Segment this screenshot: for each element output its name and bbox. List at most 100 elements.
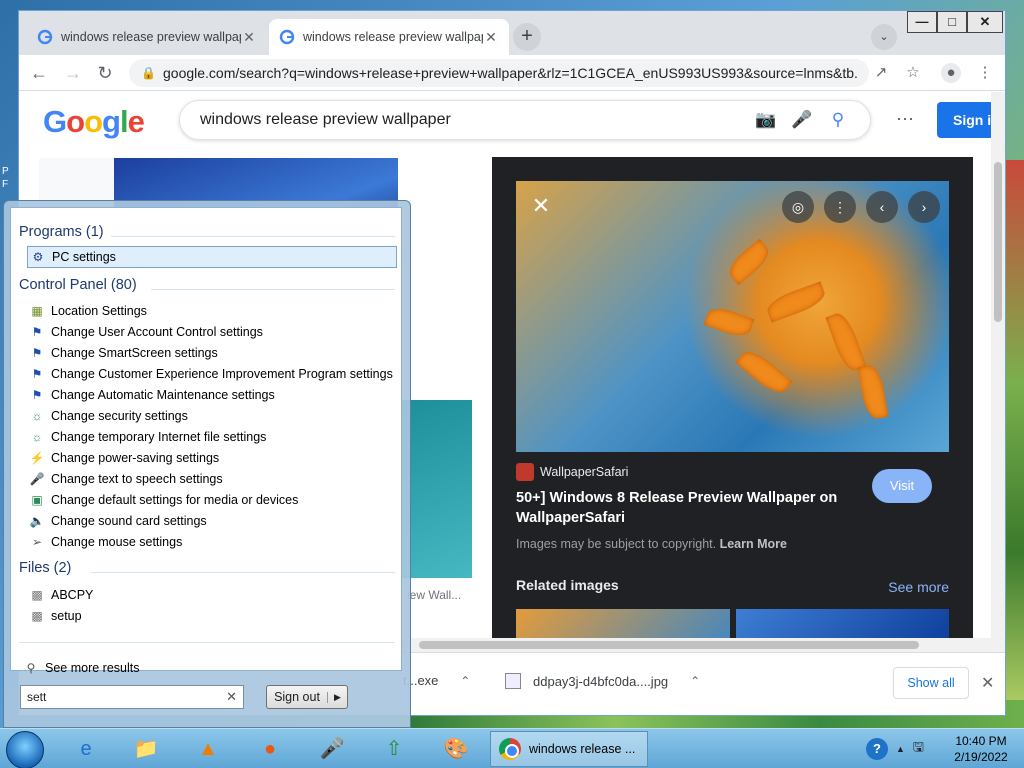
camera-icon[interactable]: 📷 <box>754 108 778 132</box>
result-power-settings[interactable]: ⚡ Change power-saving settings <box>27 448 397 468</box>
speaker-icon: 🔈 <box>29 514 45 528</box>
result-uac-settings[interactable]: ⚑ Change User Account Control settings <box>27 322 397 342</box>
share-icon[interactable]: ↗ <box>871 63 891 83</box>
mouse-icon: ➢ <box>31 535 43 549</box>
result-smartscreen-settings[interactable]: ⚑ Change SmartScreen settings <box>27 343 397 363</box>
result-media-settings[interactable]: ▣ Change default settings for media or de… <box>27 490 397 510</box>
file-explorer-icon[interactable]: 📁 <box>130 733 162 765</box>
result-file-setup[interactable]: ▩ setup <box>27 606 397 626</box>
search-query[interactable]: windows release preview wallpaper <box>200 111 742 129</box>
download-item[interactable]: t...exe ⌃ <box>403 673 470 688</box>
firefox-icon[interactable]: ● <box>254 733 286 765</box>
result-security-settings[interactable]: ☼ Change security settings <box>27 406 397 426</box>
search-results-pane: Programs (1) ⚙ PC settings Control Panel… <box>10 207 402 675</box>
previous-arrow-icon[interactable]: ‹ <box>866 191 898 223</box>
result-label: Change temporary Internet file settings <box>51 430 267 444</box>
maximize-button[interactable]: □ <box>937 11 967 33</box>
see-more-results-link[interactable]: ⚲ See more results <box>23 660 140 676</box>
bookmark-star-icon[interactable]: ☆ <box>903 63 923 83</box>
preview-image[interactable]: ✕ ◎ ⋮ ‹ › <box>516 181 949 452</box>
upload-app-icon[interactable]: ⇧ <box>378 733 410 765</box>
search-box[interactable]: windows release preview wallpaper 📷 🎤 ⚲ <box>179 100 871 140</box>
start-button[interactable] <box>6 731 44 768</box>
start-search-input[interactable]: sett ✕ <box>20 685 244 709</box>
chevron-up-icon[interactable]: ⌃ <box>690 674 700 688</box>
globe-icon: ☼ <box>31 409 43 423</box>
google-apps-icon[interactable]: ⋯ <box>893 108 917 132</box>
sign-in-button[interactable]: Sign i <box>937 102 991 138</box>
search-input-value[interactable]: sett <box>27 690 226 704</box>
files-header[interactable]: Files (2) <box>19 560 71 576</box>
tab-2[interactable]: windows release preview wallpap ✕ <box>269 19 509 55</box>
tab-1[interactable]: windows release preview wallpap ✕ <box>27 19 267 55</box>
result-file-abcpy[interactable]: ▩ ABCPY <box>27 585 397 605</box>
vlc-icon[interactable]: ▲ <box>192 733 224 765</box>
image-result-caption[interactable]: iew Wall... <box>407 588 461 602</box>
reload-icon[interactable]: ↻ <box>93 61 117 85</box>
lens-icon[interactable]: ◎ <box>782 191 814 223</box>
power-icon: ⚡ <box>29 451 45 465</box>
close-window-button[interactable]: ✕ <box>967 11 1003 33</box>
help-icon[interactable]: ? <box>866 738 888 760</box>
control-panel-header[interactable]: Control Panel (80) <box>19 277 137 293</box>
taskbar-chrome-task[interactable]: windows release ... <box>490 731 648 767</box>
flag-icon: ⚑ <box>31 346 43 360</box>
paint-icon[interactable]: 🎨 <box>440 733 472 765</box>
scrollbar-thumb[interactable] <box>419 641 919 649</box>
internet-explorer-icon[interactable]: e <box>70 733 102 765</box>
preview-title[interactable]: 50+] Windows 8 Release Preview Wallpaper… <box>516 488 856 528</box>
clock[interactable]: 10:40 PM 2/19/2022 <box>944 733 1018 765</box>
profile-avatar-icon[interactable]: ● <box>941 63 961 83</box>
result-speech-settings[interactable]: 🎤 Change text to speech settings <box>27 469 397 489</box>
logo-letter: G <box>43 104 67 139</box>
address-bar[interactable]: 🔒 google.com/search?q=windows+release+pr… <box>129 59 869 87</box>
result-ceip-settings[interactable]: ⚑ Change Customer Experience Improvement … <box>27 364 397 384</box>
close-icon[interactable]: ✕ <box>526 191 556 221</box>
tab-close-icon[interactable]: ✕ <box>483 29 499 46</box>
learn-more-link[interactable]: Learn More <box>720 537 787 551</box>
sign-out-button[interactable]: Sign out ▶ <box>266 685 348 709</box>
google-logo[interactable]: Google <box>43 104 145 140</box>
result-mouse-settings[interactable]: ➢ Change mouse settings <box>27 532 397 552</box>
visit-button[interactable]: Visit <box>872 469 932 503</box>
forward-arrow-icon[interactable]: → <box>61 61 85 85</box>
result-maintenance-settings[interactable]: ⚑ Change Automatic Maintenance settings <box>27 385 397 405</box>
sign-out-options-arrow-icon[interactable]: ▶ <box>327 691 347 703</box>
back-arrow-icon[interactable]: ← <box>27 61 51 85</box>
media-icon: ▣ <box>31 493 43 507</box>
search-icon[interactable]: ⚲ <box>826 108 850 132</box>
microphone-icon[interactable]: 🎤 <box>790 108 814 132</box>
system-tray: ? ▲ 🖫 <box>866 735 924 763</box>
download-item[interactable]: ddpay3j-d4bfc0da....jpg ⌃ <box>505 673 700 689</box>
see-more-link[interactable]: See more <box>888 579 949 595</box>
source-site[interactable]: WallpaperSafari <box>516 463 628 481</box>
desktop-icon-label[interactable]: P F <box>2 165 9 191</box>
tab-search-button[interactable]: ⌄ <box>871 24 897 50</box>
close-icon[interactable]: ✕ <box>981 673 994 693</box>
lock-icon[interactable]: 🔒 <box>141 66 156 80</box>
url-text[interactable]: google.com/search?q=windows+release+prev… <box>163 65 857 81</box>
tray-expand-arrow-icon[interactable]: ▲ <box>896 744 905 754</box>
result-temp-internet-settings[interactable]: ☼ Change temporary Internet file settings <box>27 427 397 447</box>
menu-kebab-icon[interactable]: ⋮ <box>975 63 995 83</box>
file-icon: ▩ <box>31 588 43 602</box>
vertical-scrollbar[interactable] <box>991 92 1005 652</box>
show-all-button[interactable]: Show all <box>893 667 969 699</box>
task-title: windows release ... <box>529 742 636 756</box>
more-options-icon[interactable]: ⋮ <box>824 191 856 223</box>
result-pc-settings[interactable]: ⚙ PC settings <box>27 246 397 268</box>
sign-out-label[interactable]: Sign out <box>267 690 327 704</box>
result-sound-settings[interactable]: 🔈 Change sound card settings <box>27 511 397 531</box>
tab-close-icon[interactable]: ✕ <box>241 29 257 46</box>
programs-header[interactable]: Programs (1) <box>19 224 104 240</box>
source-name: WallpaperSafari <box>540 465 629 479</box>
scrollbar-thumb[interactable] <box>994 162 1002 322</box>
next-arrow-icon[interactable]: › <box>908 191 940 223</box>
result-location-settings[interactable]: ▦ Location Settings <box>27 301 397 321</box>
chevron-up-icon[interactable]: ⌃ <box>460 674 470 688</box>
microphone-app-icon[interactable]: 🎤 <box>316 733 348 765</box>
minimize-button[interactable]: — <box>907 11 937 33</box>
network-icon[interactable]: 🖫 <box>913 738 924 760</box>
new-tab-button[interactable]: + <box>513 23 541 51</box>
clear-search-icon[interactable]: ✕ <box>226 689 237 705</box>
